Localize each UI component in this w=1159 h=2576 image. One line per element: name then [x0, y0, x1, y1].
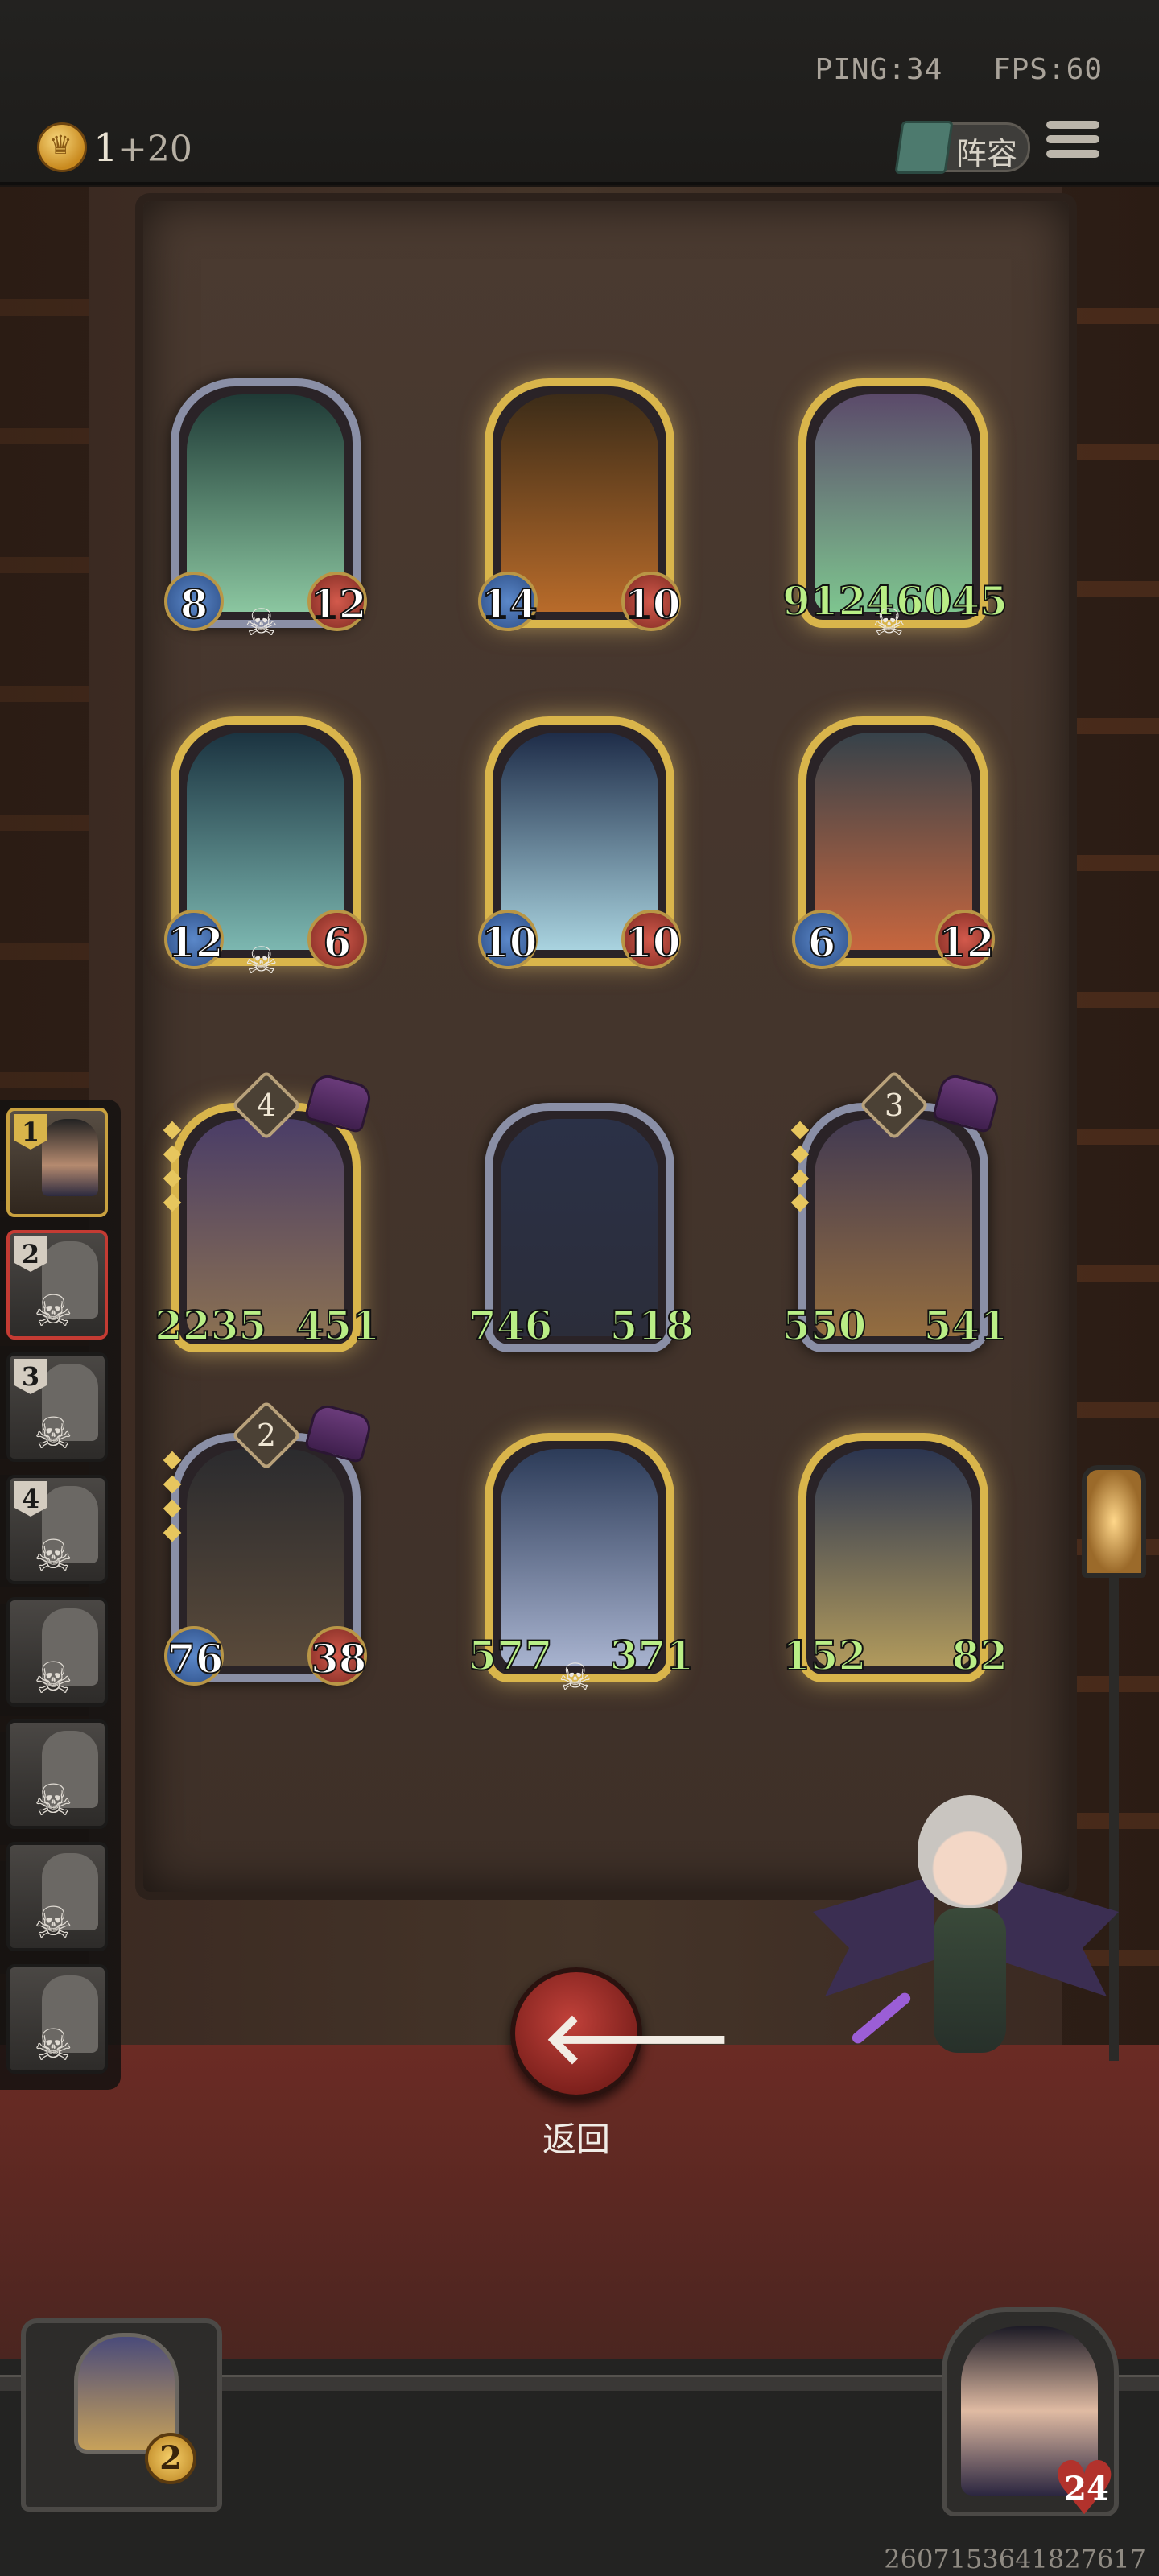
tavern-level-badge: 2 — [145, 2433, 196, 2484]
book-icon — [894, 121, 954, 174]
roster-slot[interactable]: 2 ☠ — [6, 1230, 108, 1340]
gold-coin-icon — [37, 122, 87, 172]
health-stat: 38 — [307, 1626, 368, 1686]
health-stat: 10 — [621, 910, 682, 969]
ping-readout: PING:34 — [815, 53, 943, 86]
fps-readout: FPS:60 — [992, 53, 1103, 86]
tavern-portrait[interactable]: 2 — [21, 2318, 222, 2512]
health-badge: ♥ 24 — [1051, 2452, 1120, 2526]
team-minion-card[interactable]: 577 371 ☠ — [468, 1433, 695, 1699]
star-pips — [163, 1451, 182, 1550]
star-pips — [790, 1121, 810, 1220]
gold-increment: +20 — [118, 129, 192, 170]
shop-minion-card[interactable]: 14 10 — [478, 378, 682, 636]
health-stat: 518 — [609, 1301, 695, 1350]
roster-slot[interactable]: ☠ — [6, 1719, 108, 1829]
back-label: 返回 — [542, 2120, 610, 2159]
team-minion-card[interactable]: 746 518 — [468, 1103, 695, 1360]
gold-value: 1 — [93, 126, 118, 171]
attack-stat: 76 — [164, 1626, 225, 1686]
team-minion-card[interactable]: 3 550 541 — [782, 1070, 1008, 1360]
skull-icon: ☠ — [34, 1408, 73, 1459]
roster-slot[interactable]: 4 ☠ — [6, 1475, 108, 1584]
hero-portrait[interactable]: ♥ 24 — [942, 2307, 1119, 2526]
player-roster: 1 2 ☠ 3 ☠ 4 ☠ ☠ ☠ ☠ ☠ — [0, 1100, 121, 2090]
player-avatar — [42, 1119, 98, 1196]
wing-right — [998, 1876, 1119, 1996]
roster-slot[interactable]: ☠ — [6, 1597, 108, 1707]
tier-value: 4 — [256, 1088, 277, 1123]
shop-minion-card[interactable]: 10 10 — [478, 716, 682, 974]
lineup-label: 阵容 — [956, 136, 1018, 171]
wing-left — [813, 1876, 934, 1996]
dagger-icon — [850, 1990, 913, 2046]
attack-stat: 12 — [164, 910, 225, 969]
skull-icon: ☠ — [34, 2020, 73, 2070]
attack-stat: 2235 — [154, 1301, 267, 1350]
roster-slot[interactable]: 1 — [6, 1108, 108, 1217]
health-stat: 12 — [307, 572, 368, 631]
skull-icon: ☠ — [34, 1775, 73, 1826]
roster-slot[interactable]: 3 ☠ — [6, 1352, 108, 1462]
top-bar: PING:34 FPS:60 1 +20 阵容 — [0, 0, 1159, 185]
hero-head — [918, 1795, 1022, 1908]
attack-stat: 550 — [782, 1301, 867, 1350]
skull-icon: ☠ — [559, 1655, 592, 1699]
session-seed: 2607153641827617 — [884, 2544, 1146, 2574]
tier-value: 3 — [884, 1088, 905, 1123]
arrow-left-icon: 🡐 — [542, 1996, 732, 2079]
health-stat: 6 — [307, 910, 367, 969]
roster-slot[interactable]: ☠ — [6, 1964, 108, 2074]
hero-character — [813, 1787, 1119, 2109]
star-pips — [163, 1121, 182, 1220]
shop-minion-card[interactable]: 6 12 — [792, 716, 996, 974]
skull-icon: ☠ — [245, 939, 278, 982]
team-minion-card[interactable]: 152 82 — [782, 1433, 1008, 1690]
health-stat: 12 — [935, 910, 996, 969]
hero-body — [934, 1908, 1006, 2053]
shop-minion-card[interactable]: 12 6 ☠ — [164, 716, 367, 982]
skull-icon: ☠ — [34, 1530, 73, 1581]
attack-stat: 6 — [792, 910, 852, 969]
shop-minion-card[interactable]: 9124 6045 ☠ — [782, 378, 1008, 644]
health-value: 24 — [1064, 2470, 1109, 2508]
attack-stat: 577 — [468, 1631, 553, 1680]
network-stats: PING:34 FPS:60 — [783, 53, 1103, 86]
team-minion-card[interactable]: 4 2235 451 — [154, 1070, 381, 1360]
attack-stat: 152 — [782, 1631, 867, 1680]
health-stat: 451 — [295, 1301, 381, 1350]
health-stat: 6045 — [895, 576, 1008, 625]
skull-icon: ☠ — [34, 1653, 73, 1703]
health-stat: 10 — [621, 572, 682, 631]
health-stat: 541 — [923, 1301, 1008, 1350]
attack-stat: 14 — [478, 572, 538, 631]
attack-stat: 746 — [468, 1301, 553, 1350]
roster-slot[interactable]: ☠ — [6, 1842, 108, 1951]
attack-stat: 8 — [164, 572, 224, 631]
menu-icon[interactable] — [1046, 121, 1099, 169]
team-minion-card[interactable]: 2 76 38 — [163, 1400, 374, 1690]
skull-icon: ☠ — [872, 601, 906, 644]
attack-stat: 10 — [478, 910, 538, 969]
skull-icon: ☠ — [34, 1286, 73, 1336]
shop-minion-card[interactable]: 8 12 ☠ — [164, 378, 368, 644]
lamp-icon — [1082, 1465, 1146, 1578]
tier-value: 2 — [256, 1418, 277, 1453]
back-button[interactable]: 🡐 — [510, 1967, 732, 2099]
health-stat: 371 — [609, 1631, 695, 1680]
skull-icon: ☠ — [245, 601, 278, 644]
skull-icon: ☠ — [34, 1897, 73, 1948]
health-stat: 82 — [951, 1631, 1008, 1680]
